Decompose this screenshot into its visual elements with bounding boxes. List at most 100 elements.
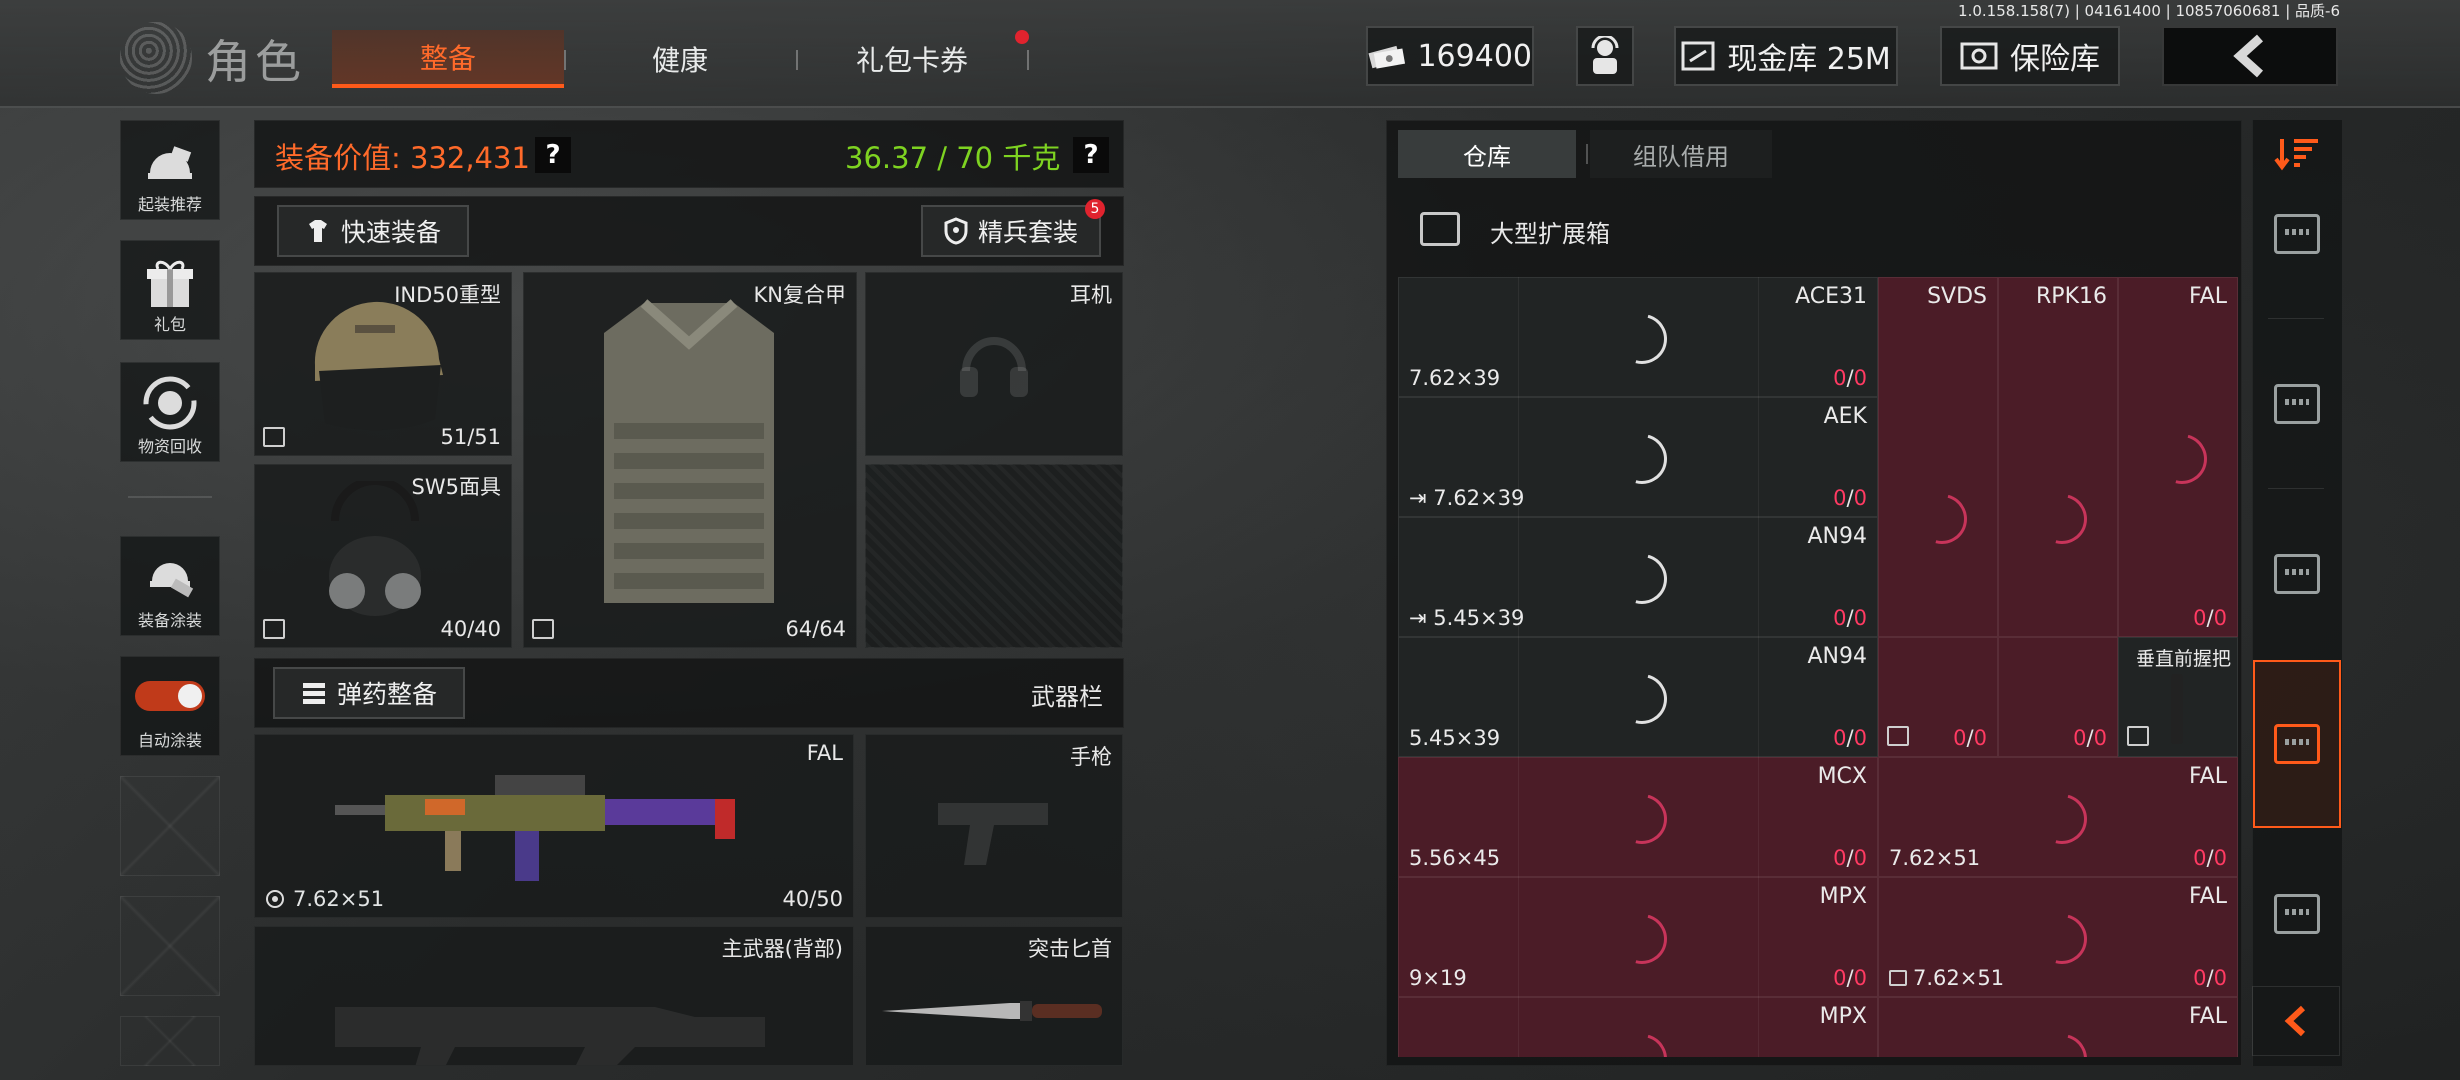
count-current: 0 (2073, 726, 2087, 750)
container-tab-5[interactable] (2253, 830, 2341, 998)
container-tab-2[interactable] (2253, 320, 2341, 488)
count-max: 0 (2093, 726, 2107, 750)
version-info: 1.0.158.158(7) | 04161400 | 10857060681 … (1958, 2, 2340, 20)
item-ammo-row: 7.62×51 (1889, 966, 2004, 990)
back-arrow-icon (2233, 34, 2264, 78)
pistol-slot[interactable]: 手枪 (865, 734, 1123, 918)
item-ammo: 5.45×39 (1433, 606, 1525, 630)
helmet-slot[interactable]: IND50重型 51/51 (254, 272, 512, 456)
count-max: 0 (1853, 726, 1867, 750)
character-logo-icon (120, 22, 192, 94)
primary-back-name: 主武器(背部) (721, 937, 843, 961)
weapon-bar-header: 弹药整备 武器栏 (254, 658, 1124, 728)
storage-item[interactable]: FAL 7.62×51 0/0 (1878, 757, 2238, 877)
elite-kit-label: 精兵套装 (977, 218, 1078, 247)
helmet-durability: 51/51 (440, 425, 501, 449)
count-max: 0 (1853, 846, 1867, 870)
value-help-icon[interactable]: ? (535, 137, 571, 173)
crate-icon (2274, 724, 2320, 764)
primary-ammo-count: 40/50 (782, 887, 843, 911)
sidebar-recommended-loadout[interactable]: 起装推荐 (120, 120, 220, 220)
gift-icon (147, 260, 193, 307)
cash-vault-button[interactable]: 现金库 25M (1674, 26, 1898, 86)
storage-item[interactable]: ACE31 7.62×39 0/0 (1398, 277, 1878, 397)
notification-dot (1015, 30, 1029, 44)
storage-item[interactable]: FAL (1878, 997, 2238, 1057)
storage-item[interactable]: FAL 7.62×51 0/0 (1878, 877, 2238, 997)
storage-item-svds-stack[interactable]: 0/0 (1878, 637, 1998, 757)
count-max: 0 (1853, 606, 1867, 630)
quick-equip-button[interactable]: 快速装备 (277, 205, 469, 257)
loading-icon (1607, 544, 1677, 614)
elite-kit-button[interactable]: 精兵套装 (921, 205, 1101, 257)
tab-loadout[interactable]: 整备 (332, 30, 564, 88)
storage-item[interactable]: SVDS (1878, 277, 1998, 637)
weight-help-icon[interactable]: ? (1073, 137, 1109, 173)
container-tab-4-active[interactable] (2253, 660, 2341, 828)
sidebar-empty-slot (120, 1016, 220, 1066)
container-tab-1[interactable] (2253, 150, 2341, 318)
rifle-image (335, 775, 735, 881)
item-count: 0/0 (2193, 606, 2227, 630)
back-button[interactable] (2162, 26, 2338, 86)
sidebar-auto-paint[interactable]: 自动涂装 (120, 656, 220, 756)
item-name: FAL (2189, 764, 2227, 789)
loading-icon (2027, 904, 2097, 974)
primary-weapon-slot[interactable]: FAL 7.62×51 40/50 (254, 734, 854, 918)
support-button[interactable] (1576, 26, 1634, 86)
item-name: AN94 (1807, 524, 1867, 549)
loading-icon (2027, 1024, 2097, 1057)
storage-item[interactable]: AN94 5.45×39 0/0 (1398, 637, 1878, 757)
sidebar-paint[interactable]: 装备涂装 (120, 536, 220, 636)
mask-slot[interactable]: SW5面具 40/40 (254, 464, 512, 648)
collapse-button[interactable] (2252, 986, 2340, 1056)
toggle-icon[interactable] (135, 681, 205, 711)
grid-line (1758, 277, 1759, 1057)
storage-item[interactable]: MPX 9×19 0/0 (1398, 877, 1878, 997)
armor-image (604, 299, 774, 603)
storage-item[interactable]: MPX (1398, 997, 1878, 1057)
tab-gift-cards[interactable]: 礼包卡券 (812, 30, 1012, 88)
headset-slot[interactable]: 耳机 (865, 272, 1123, 456)
ammo-icon (302, 683, 325, 704)
elite-kit-badge: 5 (1085, 199, 1105, 219)
currency-display[interactable]: 169400 (1366, 26, 1534, 86)
rifle-silhouette-icon (335, 1007, 765, 1065)
container-tab-3[interactable] (2253, 490, 2341, 658)
item-count: 0/0 (1833, 486, 1867, 510)
storage-item[interactable]: RPK16 (1998, 277, 2118, 637)
tab-team-borrow[interactable]: 组队借用 (1590, 130, 1772, 178)
operator-icon (1591, 36, 1619, 74)
shirt-icon (308, 220, 327, 242)
count-max: 0 (1853, 486, 1867, 510)
weapon-bar-label: 武器栏 (1031, 683, 1103, 711)
storage-item[interactable]: FAL 0/0 (2118, 277, 2238, 637)
melee-slot[interactable]: 突击匕首 (865, 926, 1123, 1066)
tab-health[interactable]: 健康 (580, 30, 780, 88)
item-name: AN94 (1807, 644, 1867, 669)
item-count: 0/0 (1833, 726, 1867, 750)
armor-slot[interactable]: KN复合甲 64/64 (523, 272, 857, 648)
storage-item[interactable]: 垂直前握把 (2118, 637, 2238, 757)
shield-icon (944, 217, 968, 245)
ammo-prep-button[interactable]: 弹药整备 (273, 667, 465, 719)
primary-back-slot[interactable]: 主武器(背部) (254, 926, 854, 1066)
storage-item[interactable]: AEK ⇥ 7.62×39 0/0 (1398, 397, 1878, 517)
safe-vault-button[interactable]: 保险库 (1940, 26, 2120, 86)
sidebar-gift[interactable]: 礼包 (120, 240, 220, 340)
crate-icon (2274, 894, 2320, 934)
sidebar-recycle[interactable]: 物资回收 (120, 362, 220, 462)
tab-warehouse[interactable]: 仓库 (1398, 130, 1576, 178)
item-ammo-row: ⇥ 5.45×39 (1409, 606, 1525, 630)
item-ammo: 7.62×39 (1433, 486, 1525, 510)
storage-item[interactable]: MCX 5.56×45 0/0 (1398, 757, 1878, 877)
paint-icon (150, 563, 194, 598)
currency-amount: 169400 (1417, 38, 1532, 74)
pistol-icon (938, 803, 1048, 865)
storage-item-rpk16-stack[interactable]: 0/0 (1998, 637, 2118, 757)
tab-divider (2268, 488, 2324, 489)
storage-item[interactable]: AN94 ⇥ 5.45×39 0/0 (1398, 517, 1878, 637)
headset-icon (960, 337, 1028, 397)
item-count: 0/0 (1833, 606, 1867, 630)
vault-icon (1681, 41, 1715, 71)
